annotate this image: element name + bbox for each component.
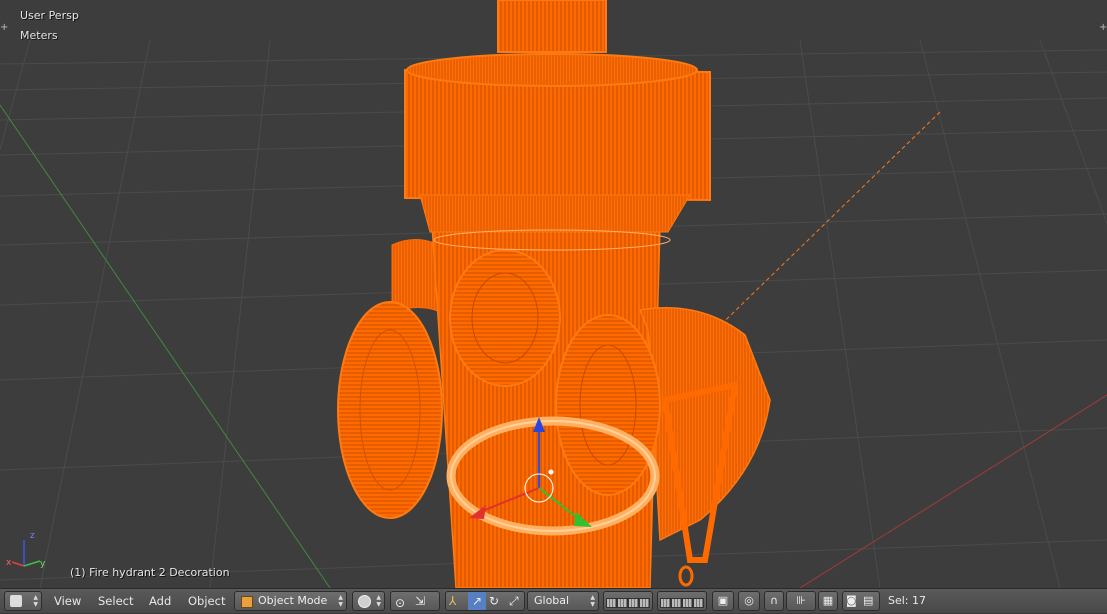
layer-buttons-icon[interactable] [606, 598, 617, 608]
snap-target-icon: ▦ [822, 594, 834, 607]
translate-icon[interactable]: ↗ [468, 592, 486, 610]
object-mode-icon [241, 596, 253, 608]
layer-buttons-icon[interactable] [682, 598, 693, 608]
object-info-label: (1) Fire hydrant 2 Decoration [70, 566, 230, 579]
3d-view-icon [10, 595, 22, 607]
viewport-shading-selector[interactable]: ▲ ▼ [352, 591, 385, 611]
magnet-icon: ∩ [769, 594, 779, 607]
layer-buttons-icon[interactable] [639, 598, 650, 608]
manipulate-center-icon[interactable]: ⇲ [415, 592, 425, 610]
layers-row-2[interactable] [657, 591, 707, 611]
snap-target-button[interactable]: ▦ [818, 591, 838, 611]
manipulator-icon[interactable]: ⅄ [449, 592, 456, 610]
camera-render-icon[interactable]: ◙ [846, 592, 857, 610]
dropdown-arrows-icon: ▲ ▼ [33, 594, 38, 608]
menu-view[interactable]: View [52, 591, 83, 611]
pivot-icon: ⊙ [395, 596, 406, 610]
mode-selector[interactable]: Object Mode ▲ ▼ [234, 591, 347, 611]
shading-sphere-icon [358, 595, 371, 608]
dropdown-arrows-icon: ▲ ▼ [590, 594, 595, 608]
menu-object[interactable]: Object [186, 591, 227, 611]
lock-layers-button[interactable]: ▣ [712, 591, 734, 611]
toolshelf-toggle-icon[interactable]: + [0, 20, 8, 36]
snap-toggle-button[interactable]: ∩ [764, 591, 784, 611]
snap-element-selector[interactable]: ⊪ [786, 591, 816, 611]
rotate-icon[interactable]: ↻ [489, 592, 499, 610]
scene-canvas[interactable]: z x y [0, 0, 1107, 588]
relationship-line [699, 111, 941, 346]
proportional-edit-icon: ◎ [744, 594, 754, 607]
y-axis-line [0, 104, 331, 588]
x-axis-line [799, 394, 1107, 588]
dropdown-arrows-icon: ▲ ▼ [376, 594, 381, 608]
layer-buttons-icon[interactable] [628, 598, 639, 608]
axis-label-y: y [40, 559, 46, 569]
manipulator-toggles[interactable]: ⅄ ↗ ↻ ⤢ [445, 591, 525, 611]
properties-toggle-icon[interactable]: + [1099, 20, 1107, 36]
layers-row-1[interactable] [603, 591, 653, 611]
mode-label: Object Mode [258, 594, 328, 607]
axis-label-z: z [30, 531, 35, 541]
axis-orientation-icon: z x y [6, 531, 46, 569]
menu-select[interactable]: Select [96, 591, 135, 611]
proportional-edit-button[interactable]: ◎ [738, 591, 760, 611]
lock-icon: ▣ [717, 594, 729, 607]
snap-element-icon: ⊪ [796, 594, 806, 607]
3d-viewport[interactable]: z x y User Persp Meters (1) Fire hydrant… [0, 0, 1107, 588]
menu-add[interactable]: Add [147, 591, 173, 611]
selection-count: Sel: 17 [888, 594, 927, 607]
pivot-point-selector[interactable]: ⊙ ⇲ [390, 591, 440, 611]
axis-label-x: x [6, 558, 12, 568]
units-label: Meters [20, 29, 58, 42]
dropdown-arrows-icon: ▲ ▼ [338, 594, 343, 608]
layer-buttons-icon[interactable] [660, 598, 671, 608]
orientation-label: Global [534, 594, 570, 607]
layer-buttons-icon[interactable] [671, 598, 682, 608]
clapper-render-icon[interactable]: ▤ [863, 592, 873, 610]
editor-type-selector[interactable]: ▲ ▼ [4, 591, 42, 611]
scale-icon[interactable]: ⤢ [509, 592, 519, 610]
3d-view-header: ▲ ▼ View Select Add Object Object Mode ▲ ▼… [0, 588, 1107, 613]
transform-orientation-selector[interactable]: Global ▲ ▼ [527, 591, 599, 611]
render-buttons[interactable]: ◙ ▤ [842, 591, 880, 611]
layer-buttons-icon[interactable] [617, 598, 628, 608]
layer-buttons-icon[interactable] [693, 598, 704, 608]
view-name-label: User Persp [20, 9, 79, 22]
